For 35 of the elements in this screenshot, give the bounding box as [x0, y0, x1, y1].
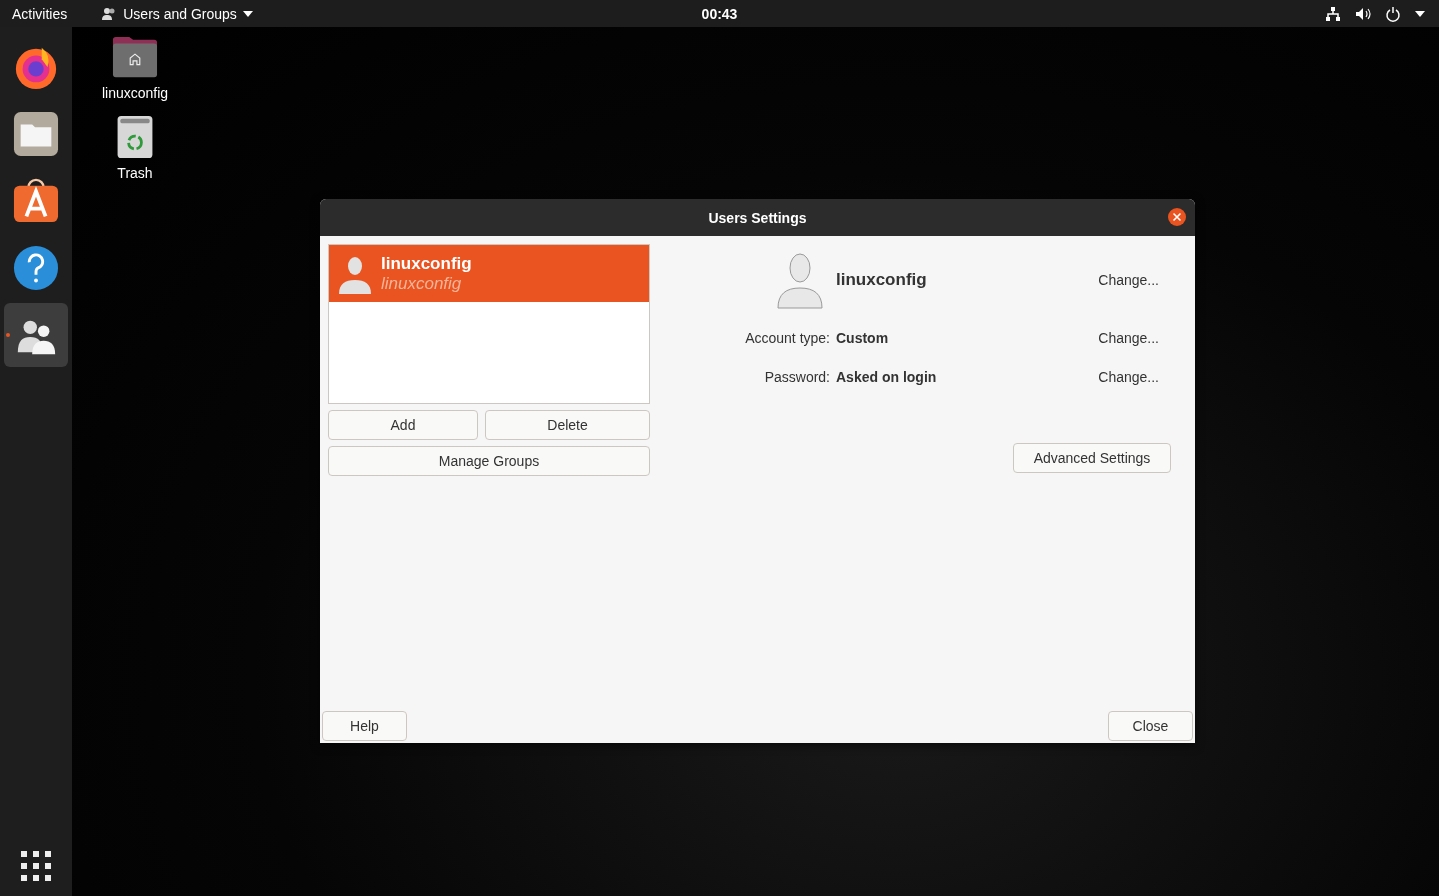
advanced-settings-button[interactable]: Advanced Settings	[1013, 443, 1171, 473]
field-label: Password:	[763, 369, 830, 385]
desktop-icon-label[interactable]: linuxconfig	[101, 85, 169, 101]
close-button[interactable]: Close	[1108, 711, 1193, 741]
field-label: Account type:	[744, 330, 830, 346]
change-link[interactable]: Change...	[1098, 272, 1159, 288]
add-button[interactable]: Add	[328, 410, 478, 440]
clock[interactable]: 00:43	[701, 5, 738, 22]
user-list-item[interactable]: linuxconfig linuxconfig	[329, 245, 649, 302]
field-value: Custom	[836, 330, 890, 346]
caret-icon	[242, 10, 253, 17]
dock-item[interactable]	[4, 303, 68, 367]
change-link[interactable]: Change...	[1098, 369, 1159, 385]
app-grid-icon[interactable]	[20, 850, 52, 882]
power-icon[interactable]	[1385, 5, 1401, 22]
network-icon[interactable]	[1325, 5, 1341, 22]
manage-groups-button[interactable]: Manage Groups	[328, 446, 650, 476]
desktop-icon-label[interactable]: Trash	[117, 165, 153, 181]
close-icon[interactable]	[1168, 208, 1186, 226]
app-menu[interactable]: Users and Groups	[101, 5, 253, 22]
home-folder-icon[interactable]	[112, 35, 158, 79]
user-name: linuxconfig	[381, 253, 472, 274]
window-title: Users Settings	[708, 209, 807, 226]
change-link[interactable]: Change...	[1098, 330, 1159, 346]
delete-button[interactable]: Delete	[485, 410, 650, 440]
user-name: linuxconfig	[836, 270, 928, 290]
field-value: Asked on login	[836, 369, 938, 385]
user-login: linuxconfig	[381, 273, 463, 294]
folder-icon	[13, 111, 59, 157]
activities-button[interactable]: Activities	[12, 5, 68, 22]
avatar-icon	[776, 251, 824, 309]
shopping-bag-icon	[13, 178, 59, 224]
help-button[interactable]: Help	[322, 711, 407, 741]
help-icon	[13, 245, 59, 291]
caret-icon[interactable]	[1415, 10, 1425, 17]
